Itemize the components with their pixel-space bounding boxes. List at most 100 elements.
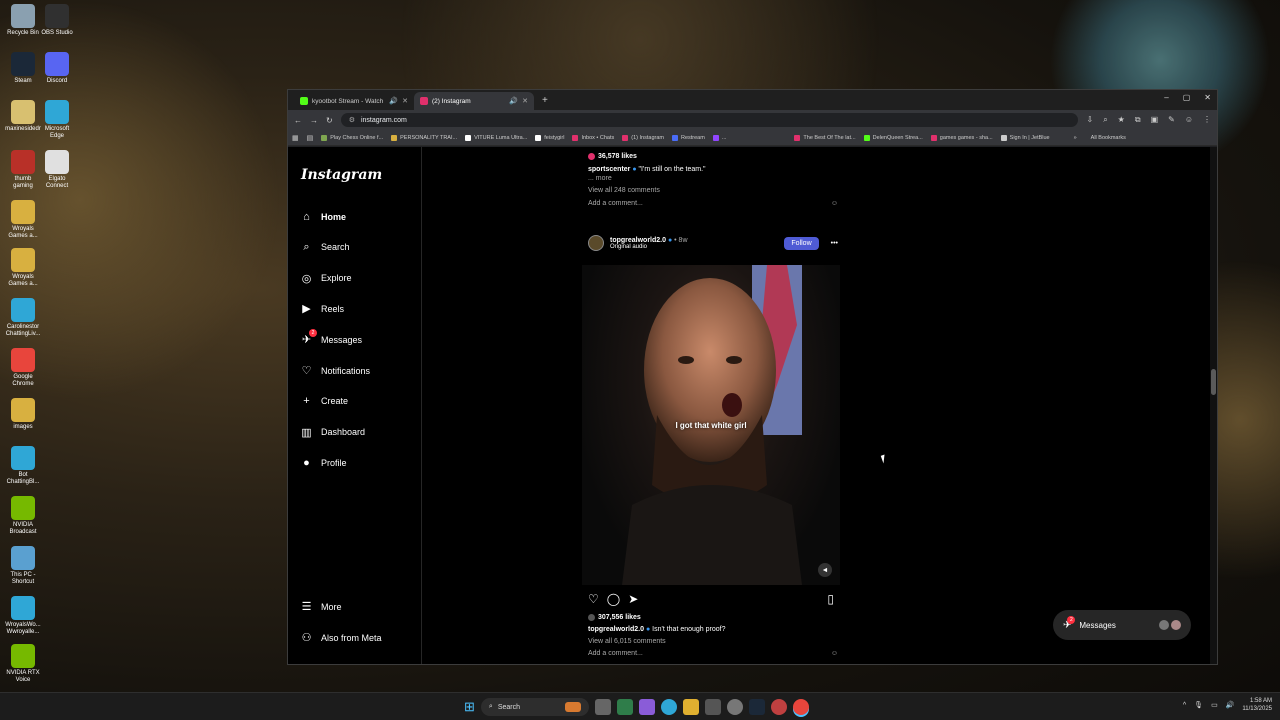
steam-icon[interactable] (748, 699, 765, 715)
caption-more[interactable]: ... more (588, 175, 838, 182)
new-tab-button[interactable]: + (534, 92, 556, 110)
edge-icon[interactable] (660, 699, 677, 715)
desktop-icon[interactable]: NVIDIA RTX Voice (4, 644, 42, 684)
messages-pill[interactable]: ✈ 2 Messages (1053, 610, 1191, 640)
app-icon[interactable] (770, 699, 787, 715)
bookmark-item[interactable]: Restream (671, 134, 705, 141)
extension-icon[interactable]: ✎ (1168, 115, 1175, 125)
nav-item-search[interactable]: ⌕ Search (300, 241, 349, 254)
profile-icon[interactable]: ☺ (1185, 115, 1193, 125)
extensions-icon[interactable]: ⧉ (1135, 115, 1141, 125)
desktop-icon[interactable]: This PC - Shortcut (4, 546, 42, 586)
desktop-icon[interactable]: OBS Studio (38, 4, 76, 37)
reel-video[interactable]: I got that white girl ◄ (582, 265, 840, 585)
emoji-icon[interactable]: ☺ (831, 200, 838, 207)
tab-close-icon[interactable]: ✕ (522, 97, 528, 105)
desktop-icon[interactable]: images (4, 398, 42, 431)
bookmark-item[interactable]: Sign In | JetBlue (1000, 134, 1050, 141)
copilot-icon[interactable] (638, 699, 655, 715)
also-from-meta[interactable]: ⚇ Also from Meta (300, 631, 382, 644)
store-icon[interactable] (704, 699, 721, 715)
desktop-icon[interactable]: WroyalsWo... Wwroyalle... (4, 596, 42, 636)
like-heart-icon[interactable]: ♡ (588, 592, 599, 606)
tab-instagram[interactable]: (2) Instagram 🔊 ✕ (414, 92, 534, 110)
bookmark-item[interactable]: Inbox • Chats (572, 134, 614, 141)
bookmark-item[interactable]: feistygirl (535, 134, 564, 141)
settings-icon[interactable] (726, 699, 743, 715)
tab-search-icon[interactable]: ▤ (307, 134, 314, 142)
bookmark-item[interactable]: The Best Of The lat... (794, 134, 856, 141)
more-menu[interactable]: ☰ More (300, 600, 342, 613)
speaker-icon[interactable]: 🔊 (509, 97, 518, 105)
bookmarks-overflow-icon[interactable]: » (1074, 135, 1077, 141)
bookmark-item[interactable]: (1) Instagram (622, 134, 664, 141)
likes-count[interactable]: 36,578 likes (588, 153, 838, 160)
close-window-button[interactable]: ✕ (1204, 93, 1211, 102)
avatar[interactable] (588, 235, 604, 251)
install-icon[interactable]: ⇩ (1086, 115, 1093, 125)
view-comments-link[interactable]: View all 6,015 comments (588, 638, 838, 645)
bookmark-item[interactable]: DelenQueen Strea... (863, 134, 923, 141)
address-bar[interactable]: ⚙ instagram.com (340, 113, 1079, 127)
bookmark-item[interactable]: games games - sha... (930, 134, 993, 141)
network-icon[interactable]: ▭ (1211, 701, 1218, 709)
windows-start-icon[interactable]: ⊞ (464, 699, 475, 715)
speaker-icon[interactable]: 🔊 (389, 97, 398, 105)
clock[interactable]: 1:58 AM 11/13/2025 (1242, 697, 1272, 713)
desktop-icon[interactable]: Carolinestor ChattingLiv... (4, 298, 42, 338)
view-comments-link[interactable]: View all 248 comments (588, 187, 838, 194)
desktop-icon[interactable]: Wroyals Games a... (4, 248, 42, 288)
desktop-icon[interactable]: Discord (38, 52, 76, 85)
zoom-icon[interactable]: ⌕ (1103, 115, 1107, 125)
comment-icon[interactable]: ◯ (607, 592, 620, 606)
minimize-button[interactable]: – (1164, 93, 1168, 102)
scrollbar-thumb[interactable] (1211, 369, 1216, 395)
post-options-icon[interactable]: ••• (831, 240, 838, 247)
reload-icon[interactable]: ↻ (326, 116, 333, 125)
page-scrollbar[interactable] (1210, 147, 1217, 664)
desktop-icon[interactable]: Recycle Bin (4, 4, 42, 37)
bookmark-item[interactable]: PERSONALITY TRAI... (391, 134, 457, 141)
likes-count[interactable]: 307,556 likes (588, 614, 838, 621)
nav-item-create[interactable]: + Create (300, 395, 348, 408)
desktop-icon[interactable]: maxinesidedr (4, 100, 42, 133)
menu-icon[interactable]: ⋮ (1203, 115, 1211, 125)
desktop-icon[interactable]: thumb gaming (4, 150, 42, 190)
desktop-icon[interactable]: Google Chrome (4, 348, 42, 388)
desktop-icon[interactable]: NVIDIA Broadcast (4, 496, 42, 536)
desktop-icon[interactable]: Elgato Connect (38, 150, 76, 190)
taskbar-search[interactable]: ⌕ Search (480, 698, 589, 716)
widgets-icon[interactable] (616, 699, 633, 715)
save-bookmark-icon[interactable]: ▯ (827, 592, 834, 606)
all-bookmarks-button[interactable]: All Bookmarks (1091, 135, 1126, 141)
site-info-icon[interactable]: ⚙ (349, 116, 355, 124)
back-icon[interactable]: ← (294, 116, 302, 125)
mic-icon[interactable]: 🎙 (1194, 701, 1203, 709)
nav-item-messages[interactable]: ✈ 2 Messages (300, 329, 362, 346)
tray-overflow-icon[interactable]: ^ (1183, 702, 1186, 709)
desktop-icon[interactable]: Bot ChattingBl... (4, 446, 42, 486)
caption-username[interactable]: topgrealworld2.0 (588, 626, 644, 633)
sidepanel-icon[interactable]: ▣ (1151, 115, 1159, 125)
caption-username[interactable]: sportscenter (588, 166, 630, 173)
tab-kick[interactable]: kyootbot Stream - Watch L 🔊 ✕ (294, 92, 414, 110)
nav-item-explore[interactable]: ◎ Explore (300, 272, 352, 285)
file-explorer-icon[interactable] (682, 699, 699, 715)
desktop-icon[interactable]: Steam (4, 52, 42, 85)
bookmark-star-icon[interactable]: ★ (1118, 115, 1125, 125)
desktop-icon[interactable]: Wroyals Games a... (4, 200, 42, 240)
share-icon[interactable]: ➤ (628, 592, 638, 606)
follow-button[interactable]: Follow (784, 236, 819, 250)
emoji-icon[interactable]: ☺ (831, 650, 838, 657)
maximize-button[interactable]: ▢ (1183, 93, 1191, 102)
nav-item-home[interactable]: ⌂ Home (300, 210, 346, 223)
nav-item-notifications[interactable]: ♡ Notifications (300, 364, 370, 377)
add-comment-input[interactable]: Add a comment... (588, 650, 643, 657)
forward-icon[interactable]: → (310, 116, 318, 125)
mute-toggle-icon[interactable]: ◄ (818, 563, 832, 577)
bookmark-item[interactable]: ... (712, 134, 726, 141)
volume-icon[interactable]: 🔊 (1226, 701, 1235, 709)
nav-item-dashboard[interactable]: ▥ Dashboard (300, 426, 365, 439)
nav-item-reels[interactable]: ▶ Reels (300, 302, 344, 315)
bookmark-item[interactable]: VITURE Luma Ultra... (465, 134, 527, 141)
